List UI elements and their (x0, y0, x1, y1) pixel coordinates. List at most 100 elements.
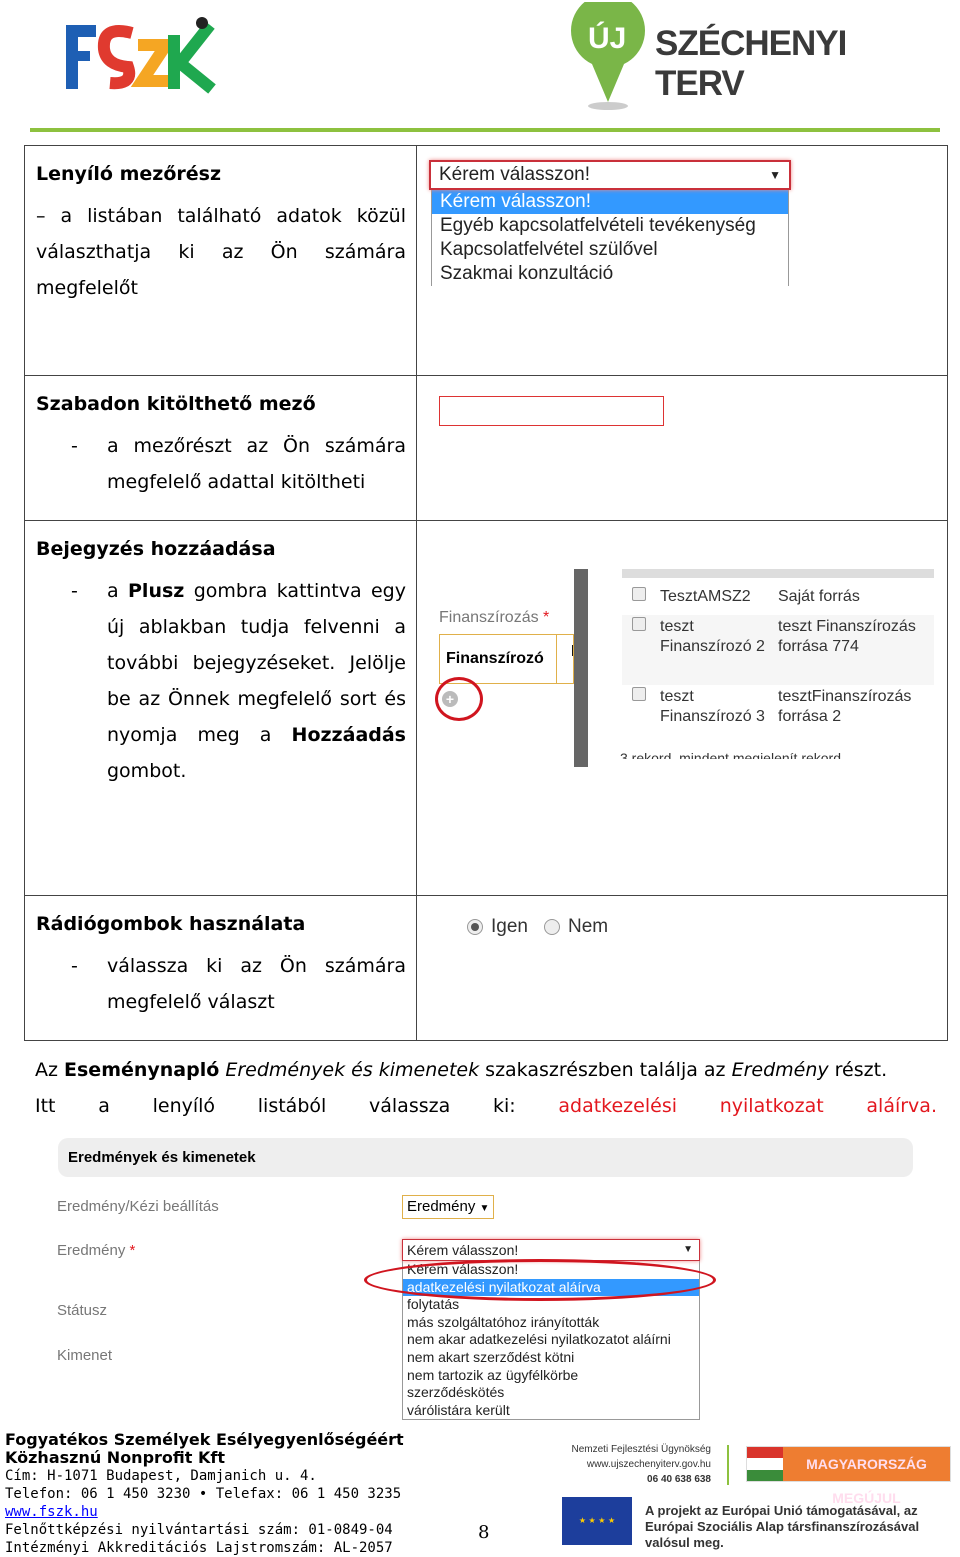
logo-badge: ÚJ (588, 22, 627, 55)
address: Cím: H-1071 Budapest, Damjanich u. 4. (5, 1468, 317, 1484)
text: Itt a lenyíló listából válassza ki: (35, 1095, 559, 1117)
row-dropdown-desc: Lenyíló mezőrész – a listában található … (24, 145, 417, 376)
row-add-entry-desc: Bejegyzés hozzáadása - a Plusz gombra kat… (24, 520, 417, 896)
instruction-paragraph: Az Eseménynapló Eredmények és kimenetek … (35, 1052, 937, 1124)
cell: teszt Finanszírozó 3 (660, 688, 765, 725)
nfu-block: Nemzeti Fejlesztési Ügynökség www.ujszec… (545, 1442, 712, 1487)
row-title: Szabadon kitölthető mező (36, 393, 316, 415)
row-radio-desc: Rádiógombok használata - válassza ki az Ö… (24, 895, 417, 1041)
szechenyi-terv-logo: ÚJ SZÉCHENYI TERV (570, 2, 940, 112)
eredmeny-type-select[interactable]: Eredmény ▼ (402, 1195, 494, 1219)
field-label: Státusz (57, 1302, 108, 1319)
dropdown-option[interactable]: nem akart szerződést kötni (403, 1349, 699, 1367)
add-entry-screenshot: Finanszírozás * Finanszírozó Fi + TesztA… (416, 520, 948, 896)
header-divider (30, 128, 940, 132)
text: gombot. (107, 760, 187, 782)
logo-text: SZÉCHENYI TERV (655, 24, 847, 103)
dash: - (71, 955, 78, 977)
cell: Saját forrás (778, 588, 860, 605)
radio-igen[interactable] (467, 919, 483, 935)
dropdown-option[interactable]: Egyéb kapcsolatfelvételi tevékenység (432, 214, 788, 238)
cell: TesztAMSZ2 (660, 588, 751, 605)
dropdown-option[interactable]: nem tartozik az ügyfélkörbe (403, 1367, 699, 1385)
eu-funding-text: A projekt az Európai Unió támogatásával,… (645, 1503, 920, 1550)
table-row[interactable]: teszt Finanszírozó 2 teszt Finanszírozás … (622, 615, 934, 685)
select-value: Kérem válasszon! (407, 1242, 519, 1258)
text: szakaszrészben találja az (479, 1059, 732, 1081)
text: Eredmény (731, 1059, 829, 1081)
cell: teszt Finanszírozás forrása 774 (778, 618, 916, 655)
row-title: Rádiógombok használata (36, 913, 306, 935)
highlighted-option-text: adatkezelési nyilatkozat aláírva (558, 1095, 931, 1117)
required-mark: * (543, 609, 550, 626)
dropdown-option[interactable]: Kérem válasszon! (432, 190, 788, 214)
dropdown-option[interactable]: várólistára került (403, 1402, 699, 1420)
field-label: Kimenet (57, 1347, 113, 1364)
text: . (930, 1095, 937, 1117)
highlight-ellipse (364, 1259, 716, 1301)
select-value: Eredmény (407, 1198, 476, 1215)
dropdown-option[interactable]: Kapcsolatfelvétel szülővel (432, 238, 788, 262)
records-table: TesztAMSZ2 Saját forrás teszt Finanszíroz… (620, 581, 934, 759)
dash: - (71, 580, 78, 602)
results-screenshot: Eredmények és kimenetek Eredmény/Kézi be… (40, 1135, 940, 1425)
text: Eseménynapló (64, 1059, 220, 1081)
phone: Telefon: 06 1 450 3230 • Telefax: 06 1 4… (5, 1486, 402, 1502)
bold-hozzaadas: Hozzáadás (291, 724, 406, 746)
accreditation: Intézményi Akkreditációs Lajstromszám: A… (5, 1540, 393, 1556)
field-label: Finanszírozás (439, 609, 539, 626)
eu-flag-icon: ★ ★ ★ ★ (562, 1497, 632, 1545)
radio-label: Igen (491, 916, 528, 937)
table-row[interactable]: teszt Finanszírozó 3 tesztFinanszírozás f… (622, 685, 934, 749)
modal-divider (574, 569, 588, 767)
dropdown-example[interactable]: Kérem válasszon! ▼ Kérem válasszon! Egyé… (429, 160, 791, 286)
divider (727, 1445, 729, 1485)
text-field-example[interactable] (439, 396, 664, 426)
required-mark: * (129, 1242, 136, 1259)
nfu-web: www.ujszechenyiterv.gov.hu (586, 1459, 711, 1470)
cell: tesztFinanszírozás forrása 2 (778, 688, 912, 725)
field-label: Eredmény/Kézi beállítás (57, 1198, 219, 1215)
dash: - (71, 435, 78, 457)
row-desc: – a listában található adatok közül vála… (36, 205, 406, 299)
bold-plusz: Plusz (128, 580, 185, 602)
row-checkbox[interactable] (632, 587, 646, 601)
row-title: Bejegyzés hozzáadása (36, 538, 276, 560)
text: Eredmények és kimenetek (225, 1059, 480, 1081)
highlight-circle (435, 677, 483, 721)
dropdown-option[interactable]: más szolgáltatóhoz irányították (403, 1314, 699, 1332)
dropdown-option[interactable]: Szakmai konzultáció (432, 262, 788, 286)
row-checkbox[interactable] (632, 617, 646, 631)
section-header: Eredmények és kimenetek (58, 1138, 913, 1177)
text: részt. (828, 1059, 888, 1081)
text: a (107, 580, 128, 602)
website-link[interactable]: www.fszk.hu (5, 1503, 425, 1521)
cell: teszt Finanszírozó 2 (660, 618, 765, 655)
text: Az (35, 1059, 65, 1081)
table-row[interactable]: TesztAMSZ2 Saját forrás (622, 581, 934, 615)
org-name: Közhasznú Nonprofit Kft (5, 1448, 225, 1467)
row-checkbox[interactable] (632, 687, 646, 701)
magyarorszag-megujul-logo: MAGYARORSZÁG MEGÚJUL (746, 1446, 951, 1506)
fszk-logo (62, 15, 217, 95)
row-title: Lenyíló mezőrész (36, 163, 222, 185)
mm-text: MAGYARORSZÁG MEGÚJUL (783, 1447, 950, 1506)
chevron-down-icon: ▼ (683, 1244, 693, 1255)
dropdown-option[interactable]: szerződéskötés (403, 1384, 699, 1402)
chevron-down-icon: ▼ (769, 168, 781, 182)
registration: Felnőttképzési nyilvántartási szám: 01-0… (5, 1522, 393, 1538)
row-desc: válassza ki az Ön számára megfelelő vála… (107, 955, 406, 1013)
column-header-2: Fi (556, 634, 574, 684)
row-desc: a mezőrészt az Ön számára megfelelő adat… (107, 435, 406, 493)
chevron-down-icon: ▼ (479, 1203, 490, 1214)
row-dropdown-example: Kérem válasszon! ▼ Kérem válasszon! Egyé… (416, 145, 948, 376)
radio-label: Nem (567, 916, 609, 937)
instructions-table: Lenyíló mezőrész – a listában található … (24, 145, 948, 1041)
records-footer: 3 rekord, mindent megjelenít rekord (620, 750, 841, 759)
dropdown-option[interactable]: nem akar adatkezelési nyilatkozatot aláí… (403, 1331, 699, 1349)
row-text-field-desc: Szabadon kitölthető mező - a mezőrészt az… (24, 375, 417, 521)
radio-nem[interactable] (543, 919, 560, 935)
footer-address: Fogyatékos Személyek Esélyegyenlőségéért… (5, 1431, 425, 1557)
field-label: Eredmény (57, 1242, 126, 1259)
dropdown-selected: Kérem válasszon! (439, 164, 591, 185)
